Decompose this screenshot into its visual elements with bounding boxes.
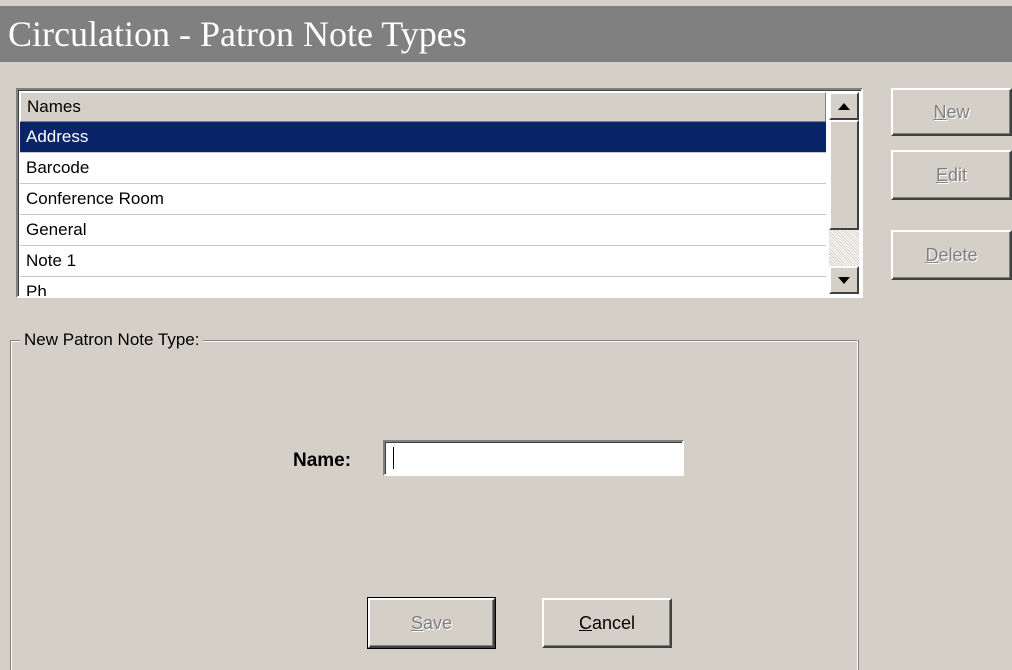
- list-item[interactable]: Barcode: [20, 153, 826, 184]
- list-item[interactable]: Address: [20, 122, 826, 153]
- scroll-thumb[interactable]: [829, 120, 859, 230]
- scroll-up-button[interactable]: [829, 92, 859, 120]
- edit-button-label: dit: [948, 165, 968, 185]
- delete-button[interactable]: Delete: [891, 230, 1012, 280]
- names-listbox[interactable]: Names Address Barcode Conference Room Ge…: [16, 88, 863, 298]
- window-title: Circulation - Patron Note Types: [0, 6, 1012, 62]
- delete-button-mnemonic: D: [925, 245, 939, 265]
- scroll-down-button[interactable]: [829, 266, 859, 294]
- name-input[interactable]: [383, 440, 684, 476]
- new-button-label: ew: [946, 102, 970, 122]
- list-item[interactable]: Note 1: [20, 246, 826, 277]
- text-caret: [393, 447, 394, 469]
- delete-button-label: elete: [938, 245, 978, 265]
- groupbox-title: New Patron Note Type:: [20, 327, 204, 353]
- save-button[interactable]: Save: [368, 598, 495, 648]
- list-item[interactable]: Ph: [20, 277, 826, 296]
- save-button-label: ave: [422, 613, 453, 633]
- new-button[interactable]: New: [891, 88, 1012, 136]
- list-item[interactable]: General: [20, 215, 826, 246]
- triangle-down-icon: [838, 276, 850, 284]
- name-label: Name:: [293, 450, 352, 471]
- edit-button-mnemonic: E: [935, 165, 948, 185]
- cancel-button-label: ancel: [591, 613, 636, 633]
- names-column-header[interactable]: Names: [20, 92, 826, 122]
- cancel-button[interactable]: Cancel: [542, 598, 672, 648]
- triangle-up-icon: [838, 102, 850, 110]
- new-button-mnemonic: N: [933, 102, 947, 122]
- cancel-button-mnemonic: C: [578, 613, 592, 633]
- list-scrollbar[interactable]: [829, 92, 859, 294]
- edit-button[interactable]: Edit: [891, 150, 1012, 200]
- names-list: Address Barcode Conference Room General …: [20, 122, 826, 296]
- save-button-mnemonic: S: [410, 613, 423, 633]
- list-item[interactable]: Conference Room: [20, 184, 826, 215]
